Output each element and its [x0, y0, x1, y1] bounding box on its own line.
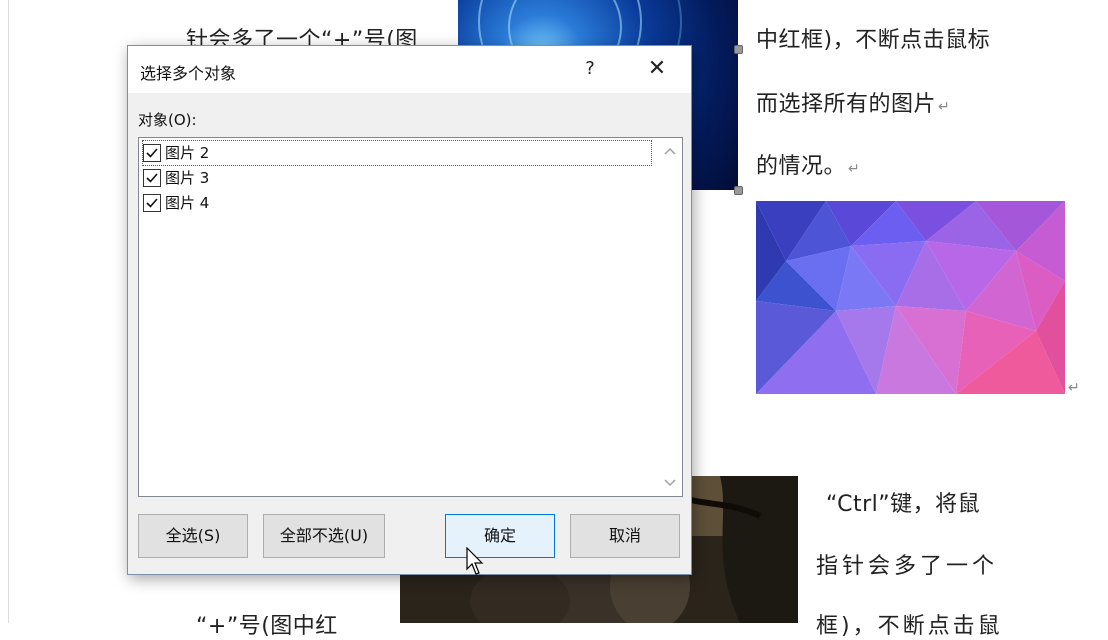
doc-line-right-5: 指针会多了一个 [816, 554, 999, 579]
paragraph-mark-icon: ↵ [938, 99, 951, 115]
doc-line-right-2-text: 而选择所有的图片 [756, 92, 937, 117]
list-item-picture-4[interactable]: 图片 4 [143, 191, 651, 215]
help-icon[interactable]: ? [576, 54, 604, 84]
page-edge [8, 0, 9, 623]
chevron-up-icon[interactable] [662, 144, 678, 160]
list-item-picture-2[interactable]: 图片 2 [142, 140, 652, 166]
list-item-label: 图片 2 [165, 144, 210, 162]
checkbox-checked-icon[interactable] [143, 194, 161, 212]
deselect-all-button[interactable]: 全部不选(U) [263, 514, 385, 558]
doc-line-bottom-left: “+”号(图中红 [196, 614, 338, 639]
vertical-scrollbar[interactable] [658, 138, 682, 496]
resize-handle[interactable] [734, 45, 743, 54]
select-all-button[interactable]: 全选(S) [138, 514, 248, 558]
objects-listbox[interactable]: 图片 2 图片 3 图片 4 [138, 137, 683, 497]
list-item-label: 图片 3 [165, 169, 210, 187]
polygon-gradient-image[interactable] [756, 201, 1065, 394]
ok-button[interactable]: 确定 [445, 514, 555, 558]
doc-line-right-1: 中红框)，不断点击鼠标 [756, 28, 991, 53]
doc-line-right-2: 而选择所有的图片 ↵ [756, 86, 950, 118]
doc-line-right-4: “Ctrl”键，将鼠 [826, 492, 981, 517]
polygon-art [756, 201, 1065, 394]
doc-line-right-3-text: 的情况。 [756, 154, 847, 179]
list-item-picture-3[interactable]: 图片 3 [143, 166, 651, 190]
chevron-down-icon[interactable] [662, 474, 678, 490]
checkbox-checked-icon[interactable] [143, 144, 161, 162]
dialog-title: 选择多个对象 [140, 64, 237, 83]
mouse-cursor-icon [466, 546, 486, 581]
dialog-titlebar[interactable]: 选择多个对象 ? ✕ [128, 46, 691, 93]
resize-handle[interactable] [734, 186, 743, 195]
cancel-button[interactable]: 取消 [570, 514, 680, 558]
doc-line-right-6: 框)，不断点击鼠 [816, 614, 1003, 639]
checkbox-checked-icon[interactable] [143, 169, 161, 187]
list-item-label: 图片 4 [165, 194, 210, 212]
paragraph-mark-icon: ↵ [1068, 380, 1080, 396]
doc-line-right-3: 的情况。 ↵ [756, 148, 860, 180]
objects-list-label: 对象(O): [138, 111, 197, 129]
select-multiple-objects-dialog: 选择多个对象 ? ✕ 对象(O): 图片 2 图片 3 图片 4 全选(S) 全… [127, 45, 692, 575]
close-icon[interactable]: ✕ [640, 54, 674, 84]
paragraph-mark-icon: ↵ [848, 161, 861, 177]
